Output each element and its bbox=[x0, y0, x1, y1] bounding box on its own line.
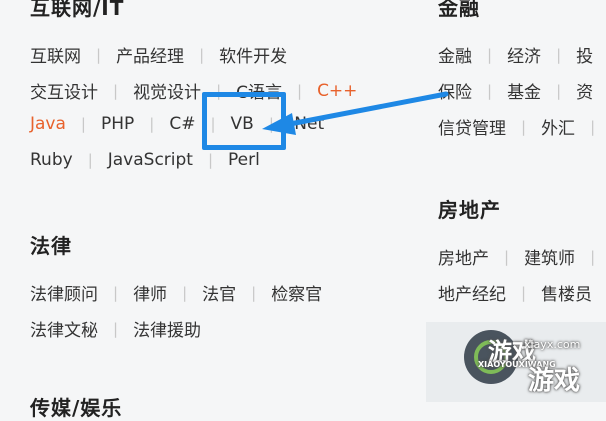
annotation-arrow-icon bbox=[262, 91, 449, 135]
